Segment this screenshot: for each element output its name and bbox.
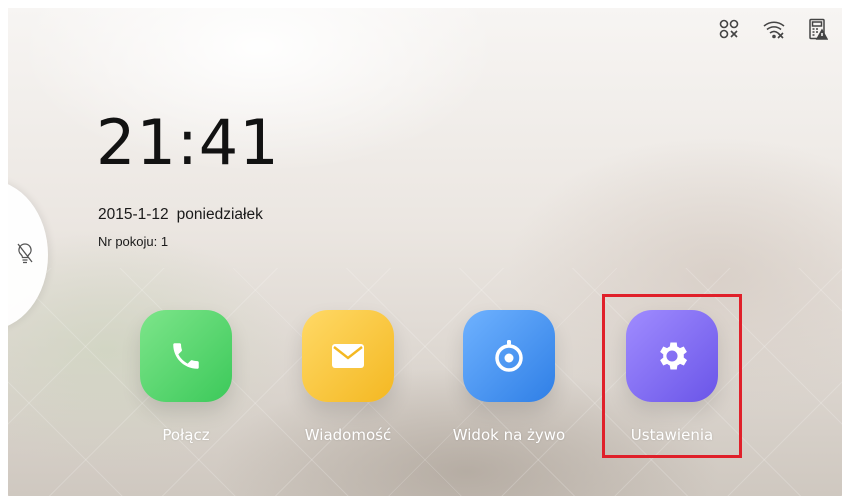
- app-messages[interactable]: Wiadomość: [268, 310, 428, 444]
- app-call[interactable]: Połącz: [106, 310, 266, 444]
- live-view-label: Widok na żywo: [452, 426, 566, 444]
- camera-lens-icon: [495, 340, 523, 372]
- device-warning-icon: [808, 18, 828, 40]
- weekday-text: poniedziałek: [176, 206, 263, 223]
- home-screen: 21:41 2015-1-12 poniedziałek Nr pokoju: 1…: [8, 8, 842, 496]
- call-tile[interactable]: [140, 310, 232, 402]
- app-live-view[interactable]: Widok na żywo: [429, 310, 589, 444]
- status-bar: [718, 18, 828, 40]
- network-disconnected-icon: [718, 18, 740, 40]
- lightbulb-off-icon: [17, 243, 33, 264]
- call-label: Połącz: [162, 426, 210, 444]
- settings-highlight-box: [602, 294, 742, 458]
- phone-icon: [173, 343, 199, 369]
- messages-label: Wiadomość: [304, 426, 392, 444]
- wifi-off-icon: [762, 18, 786, 40]
- room-number: Nr pokoju: 1: [98, 234, 169, 249]
- live-view-tile[interactable]: [463, 310, 555, 402]
- date-line: 2015-1-12 poniedziałek: [98, 206, 263, 224]
- messages-tile[interactable]: [302, 310, 394, 402]
- envelope-icon: [332, 344, 364, 368]
- clock-time: 21:41: [96, 106, 280, 179]
- date-text: 2015-1-12: [98, 206, 169, 223]
